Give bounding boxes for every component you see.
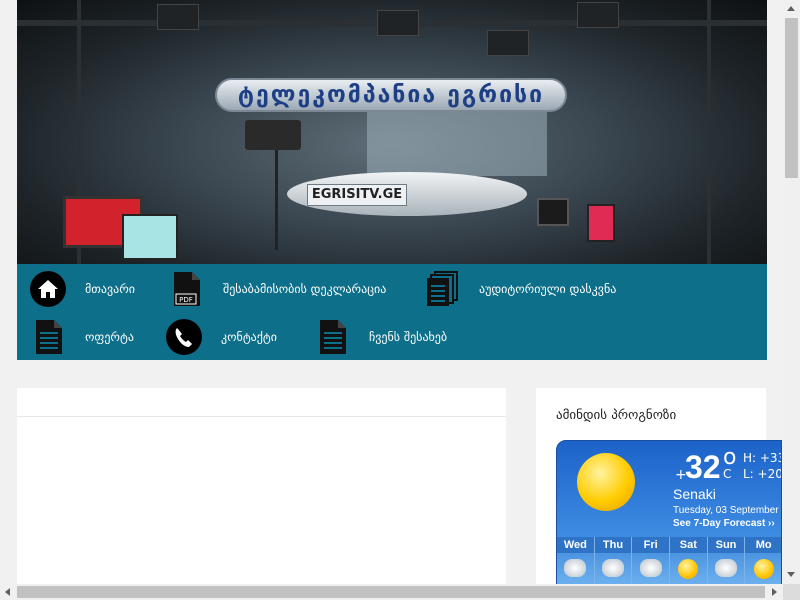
tv-camera [245, 120, 301, 150]
nav-item-offer[interactable]: ოფერტა [29, 318, 134, 356]
day-name: Fri [632, 537, 670, 553]
horizontal-scroll-thumb[interactable] [17, 586, 765, 598]
nav-item-label: კონტაქტი [221, 330, 277, 344]
temperature-unit: C [723, 467, 732, 481]
high-temperature: H: +33 [743, 451, 782, 465]
desk-sign: EGRISITV.GE [307, 184, 407, 206]
day-name: Sun [707, 537, 745, 553]
cloud-icon [564, 559, 587, 577]
studio-background-screen [367, 110, 547, 176]
studio-monitor-pink [587, 204, 615, 242]
scroll-left-icon[interactable] [5, 588, 10, 596]
forecast-days: Wed Thu Fri Sat Sun Mo [557, 537, 781, 584]
main-navigation: მთავარი PDF შესაბამისობის დეკლარაცია აუდ… [17, 264, 767, 360]
widget-title: ამინდის პროგნოზი [556, 408, 677, 423]
studio-light [377, 10, 419, 36]
weather-widget[interactable]: + 32 o C H: +33 L: +20 Senaki Tuesday, 0… [556, 440, 782, 585]
studio-rig-post [707, 0, 711, 264]
horizontal-scrollbar[interactable] [0, 584, 783, 600]
camera-tripod [275, 150, 278, 250]
forecast-day: Fri [632, 537, 671, 584]
weather-date: Tuesday, 03 September [673, 505, 779, 516]
svg-text:PDF: PDF [179, 296, 193, 304]
divider [17, 416, 506, 417]
day-name: Sat [670, 537, 707, 553]
nav-item-label: აუდიტორიული დასკვნა [479, 282, 617, 296]
forecast-link[interactable]: See 7-Day Forecast ›› [673, 518, 775, 529]
nav-item-audit[interactable]: აუდიტორიული დასკვნა [423, 270, 616, 308]
current-temperature: 32 [685, 449, 721, 485]
header-banner: ტელეკომპანია ეგრისი EGRISITV.GE [17, 0, 767, 264]
cloud-icon [602, 559, 624, 577]
vertical-scrollbar[interactable] [783, 0, 800, 584]
studio-monitor-cyan [122, 214, 178, 260]
day-name: Thu [594, 537, 632, 553]
nav-item-label: შესაბამისობის დეკლარაცია [223, 282, 387, 296]
forecast-day: Thu [594, 537, 633, 584]
scroll-right-icon[interactable] [772, 588, 777, 596]
cloud-icon [639, 559, 662, 577]
document-icon [29, 318, 67, 356]
day-name: Wed [557, 537, 594, 553]
scroll-down-icon[interactable] [787, 572, 795, 577]
nav-item-label: მთავარი [85, 282, 135, 296]
nav-item-contact[interactable]: კონტაქტი [165, 318, 277, 356]
day-name: Mo [745, 537, 781, 553]
forecast-day: Mo [745, 537, 781, 584]
desk-sign-text: EGRISITV.GE [311, 187, 403, 202]
nav-item-label: ჩვენს შესახებ [369, 330, 448, 344]
nav-item-declaration[interactable]: PDF შესაბამისობის დეკლარაცია [167, 270, 386, 308]
sun-icon [577, 453, 635, 511]
studio-light [157, 4, 199, 30]
scroll-up-icon[interactable] [787, 6, 795, 11]
studio-light [577, 2, 619, 28]
channel-logo: ტელეკომპანია ეგრისი [215, 78, 567, 112]
forecast-day: Wed [557, 537, 595, 584]
nav-item-label: ოფერტა [85, 330, 134, 344]
low-temperature: L: +20 [743, 467, 782, 481]
main-content-panel [17, 388, 506, 600]
studio-light [487, 30, 529, 56]
nav-item-about[interactable]: ჩვენს შესახებ [313, 318, 447, 356]
scrollbar-corner [783, 584, 800, 600]
vertical-scroll-thumb[interactable] [785, 18, 798, 178]
forecast-day: Sun [707, 537, 746, 584]
forecast-day: Sat [670, 537, 708, 584]
nav-item-home[interactable]: მთავარი [29, 270, 135, 308]
documents-icon [423, 270, 461, 308]
sun-icon [678, 559, 699, 579]
phone-icon [165, 318, 203, 356]
studio-monitor-dark [537, 198, 569, 226]
home-icon [29, 270, 67, 308]
city-name: Senaki [673, 486, 716, 502]
cloud-icon [715, 559, 738, 577]
channel-logo-text: ტელეკომპანია ეგრისი [237, 82, 545, 108]
sun-icon [753, 559, 774, 579]
document-icon [313, 318, 351, 356]
pdf-icon: PDF [167, 270, 205, 308]
